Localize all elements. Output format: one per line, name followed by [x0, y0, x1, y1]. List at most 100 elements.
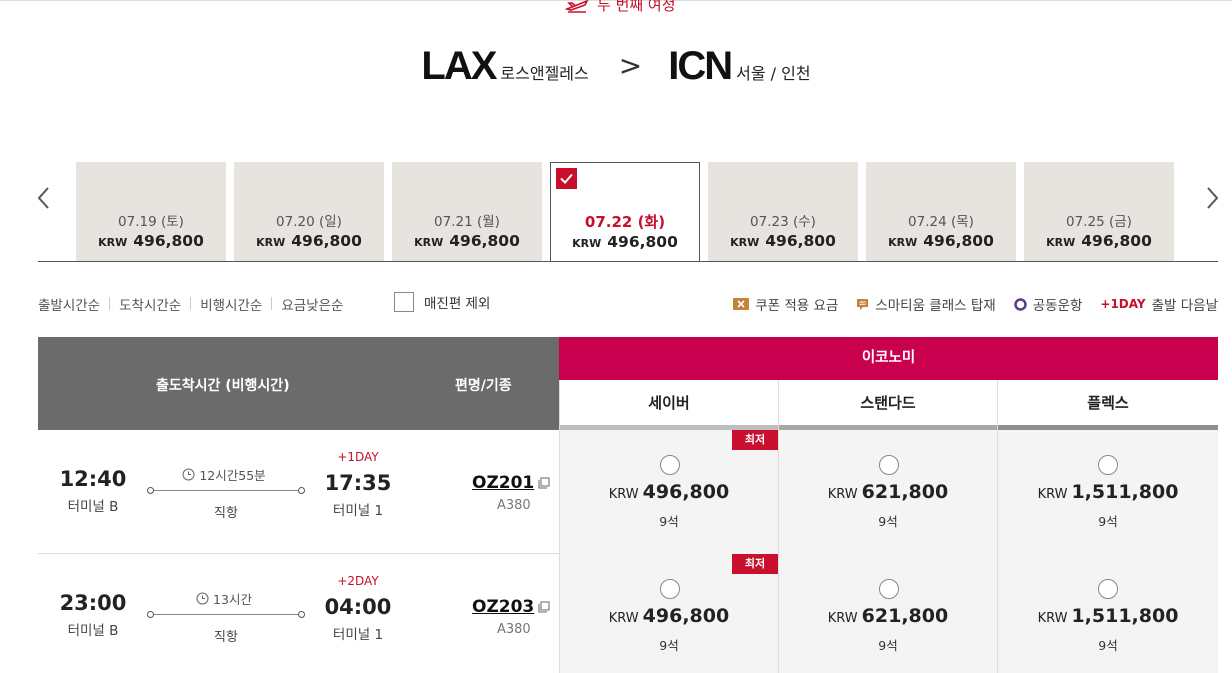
sort-price[interactable]: 요금낮은순 — [281, 294, 343, 314]
seats-left: 9석 — [659, 514, 679, 529]
chevron-left-icon[interactable] — [34, 184, 54, 212]
price-value: 496,800 — [607, 233, 678, 251]
flight-number[interactable]: OZ201 — [472, 473, 534, 493]
price-value: 621,800 — [861, 481, 949, 503]
flight-number-link[interactable]: OZ201 — [472, 473, 550, 493]
seats-left: 9석 — [1098, 514, 1118, 529]
fare-radio[interactable] — [879, 579, 899, 599]
copy-icon — [538, 477, 550, 489]
duration-text: 13시간 — [213, 592, 252, 607]
lowest-badge: 최저 — [732, 430, 778, 450]
fare-option[interactable]: KRW 621,800 9석 — [778, 430, 997, 554]
date-tab[interactable]: 07.20 (일) KRW 496,800 — [234, 162, 384, 261]
currency: KRW — [1037, 487, 1068, 502]
col-time-header: 출도착시간 (비행시간) — [156, 378, 290, 394]
origin-code: LAX — [421, 44, 497, 88]
table-header: 출도착시간 (비행시간) 편명/기종 — [38, 337, 559, 430]
currency: KRW — [572, 237, 602, 250]
date-tab-date: 07.25 (금) — [1066, 214, 1132, 230]
fare-option[interactable]: KRW 1,511,800 9석 — [997, 430, 1218, 554]
direct-label: 직항 — [214, 506, 238, 521]
departure-terminal: 터미널 B — [67, 623, 119, 639]
arrival-time: 17:35 — [324, 471, 392, 495]
coupon-icon — [733, 298, 750, 310]
date-tab-price: KRW 496,800 — [551, 233, 699, 251]
route-arrow-icon: > — [618, 49, 643, 82]
exclude-soldout-checkbox[interactable]: 매진편 제외 — [394, 292, 490, 312]
fare-radio[interactable] — [879, 455, 899, 475]
currency: KRW — [608, 487, 639, 502]
fare-price: KRW 496,800 — [560, 481, 778, 503]
sort-divider — [109, 297, 111, 310]
sort-divider — [271, 297, 273, 310]
flight-duration: 13시간 — [144, 589, 304, 608]
chevron-right-icon[interactable] — [1202, 184, 1222, 212]
legend-coupon-label: 쿠폰 적용 요금 — [755, 298, 839, 314]
legend-oneday-label: 출발 다음날 — [1151, 298, 1218, 314]
seats-left: 9석 — [878, 638, 898, 653]
legend-codeshare: 공동운항 — [1013, 294, 1082, 314]
date-tab-price: KRW 496,800 — [392, 232, 542, 250]
currency: KRW — [414, 236, 444, 249]
checkbox-box[interactable] — [394, 292, 414, 312]
currency: KRW — [827, 487, 858, 502]
fare-radio[interactable] — [1098, 579, 1118, 599]
sort-duration[interactable]: 비행시간순 — [200, 294, 262, 314]
date-tab[interactable]: 07.25 (금) KRW 496,800 — [1024, 162, 1174, 261]
trip-label: 두 번째 여정 — [565, 0, 676, 15]
date-tab-price: KRW 496,800 — [1024, 232, 1174, 250]
direct-label: 직항 — [214, 630, 238, 645]
date-tab-date: 07.23 (수) — [750, 214, 816, 230]
price-value: 496,800 — [133, 232, 204, 250]
currency: KRW — [730, 236, 760, 249]
origin-city: 로스앤젤레스 — [500, 64, 589, 83]
fare-option[interactable]: 최저 KRW 496,800 9석 — [559, 554, 778, 673]
price-value: 1,511,800 — [1071, 605, 1179, 627]
fare-option[interactable]: 최저 KRW 496,800 9석 — [559, 430, 778, 554]
price-value: 1,511,800 — [1071, 481, 1179, 503]
arrival-terminal: 터미널 1 — [332, 503, 384, 519]
fare-price: KRW 621,800 — [779, 481, 997, 503]
fare-price: KRW 1,511,800 — [998, 481, 1218, 503]
fare-radio[interactable] — [660, 455, 680, 475]
flight-number-link[interactable]: OZ203 — [472, 597, 550, 617]
oneday-tag: +1DAY — [1100, 297, 1146, 311]
plus-day: +1DAY — [337, 450, 379, 464]
fare-radio[interactable] — [660, 579, 680, 599]
checkmark-icon — [556, 168, 577, 189]
fare-header-label: 플렉스 — [1087, 394, 1129, 412]
currency: KRW — [888, 236, 918, 249]
date-bar-divider — [38, 261, 1218, 262]
dest-city: 서울 / 인천 — [736, 64, 811, 83]
price-value: 621,800 — [861, 605, 949, 627]
currency: KRW — [98, 236, 128, 249]
legend-smartium-label: 스마티움 클래스 탑재 — [875, 298, 996, 314]
sort-arrival[interactable]: 도착시간순 — [119, 294, 181, 314]
fare-price: KRW 1,511,800 — [998, 605, 1218, 627]
col-flight-header: 편명/기종 — [455, 378, 512, 394]
flight-number[interactable]: OZ203 — [472, 597, 534, 617]
route-header: LAX 로스앤젤레스 > ICN 서울 / 인천 — [0, 44, 1232, 89]
fare-option[interactable]: KRW 621,800 9석 — [778, 554, 997, 673]
legend-coupon: 쿠폰 적용 요금 — [733, 294, 838, 314]
exclude-soldout-label: 매진편 제외 — [424, 296, 491, 312]
sort-departure[interactable]: 출발시간순 — [38, 294, 100, 314]
date-tab[interactable]: 07.22 (화) KRW 496,800 — [550, 162, 700, 262]
date-tab[interactable]: 07.24 (목) KRW 496,800 — [866, 162, 1016, 261]
airplane-icon — [565, 0, 589, 13]
lowest-badge: 최저 — [732, 554, 778, 574]
date-tab[interactable]: 07.23 (수) KRW 496,800 — [708, 162, 858, 261]
aircraft-type: A380 — [497, 622, 531, 637]
price-value: 496,800 — [765, 232, 836, 250]
date-tab[interactable]: 07.19 (토) KRW 496,800 — [76, 162, 226, 261]
fare-option[interactable]: KRW 1,511,800 9석 — [997, 554, 1218, 673]
copy-icon — [538, 601, 550, 613]
legend-smartium: 스마티움 클래스 탑재 — [856, 294, 996, 314]
route-line — [147, 487, 305, 494]
date-tab[interactable]: 07.21 (월) KRW 496,800 — [392, 162, 542, 261]
departure-terminal: 터미널 B — [67, 499, 119, 515]
date-tab-price: KRW 496,800 — [708, 232, 858, 250]
date-tab-date: 07.21 (월) — [434, 214, 500, 230]
fare-radio[interactable] — [1098, 455, 1118, 475]
date-tab-date: 07.20 (일) — [276, 214, 342, 230]
